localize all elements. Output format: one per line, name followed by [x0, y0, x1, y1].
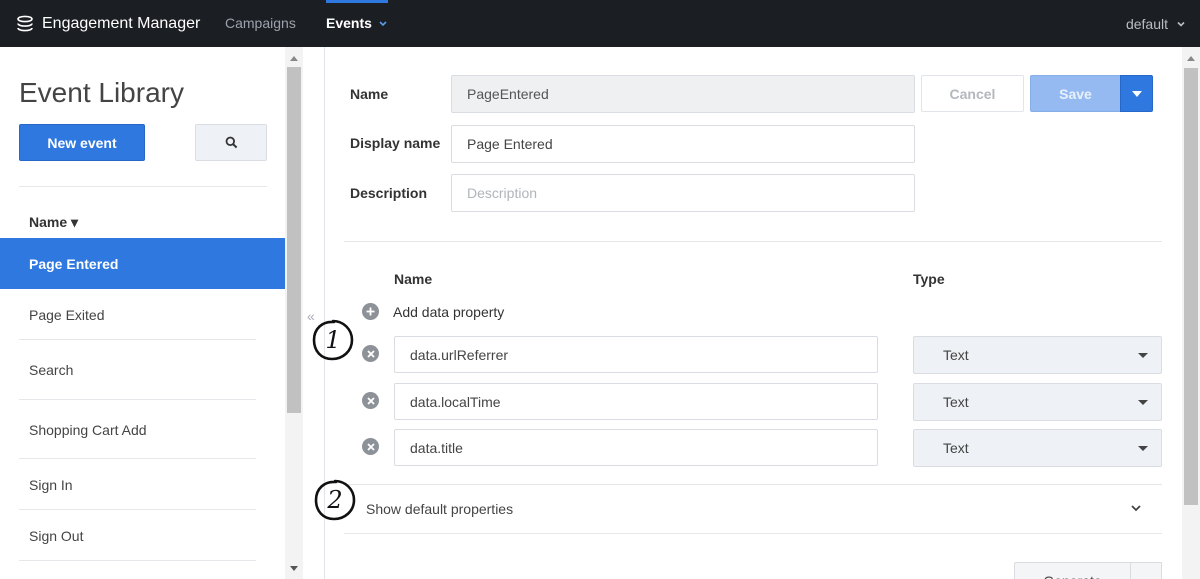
sidebar-scrollbar[interactable]: [285, 47, 303, 579]
show-default-properties-label: Show default properties: [366, 501, 514, 517]
scroll-down-arrow-icon[interactable]: [290, 566, 298, 571]
add-data-property-button[interactable]: Add data property: [362, 303, 504, 320]
event-list-item[interactable]: Sign In: [0, 459, 285, 510]
callout-number: 2: [326, 486, 342, 514]
save-button[interactable]: Save: [1030, 75, 1121, 112]
callout-marker-2: 2: [313, 478, 357, 522]
remove-circle-icon[interactable]: [362, 345, 379, 362]
property-type-value: Text: [943, 440, 969, 456]
event-list-item-label: Sign Out: [29, 527, 84, 544]
show-default-properties-toggle[interactable]: Show default properties: [344, 484, 1162, 534]
sort-by-name[interactable]: Name ▾: [29, 214, 78, 231]
scrollbar-thumb[interactable]: [287, 67, 301, 413]
chevron-down-icon: [1177, 21, 1185, 27]
cancel-button[interactable]: Cancel: [921, 75, 1024, 112]
search-button[interactable]: [195, 124, 267, 161]
event-list-item-label: Shopping Cart Add: [29, 421, 147, 438]
property-type-select[interactable]: Text: [913, 429, 1162, 467]
nav-events[interactable]: Events: [326, 0, 372, 47]
event-list-item-label: Sign In: [29, 476, 73, 493]
event-list-item-label: Search: [29, 362, 74, 378]
divider: [19, 186, 267, 187]
property-name-value: data.localTime: [410, 393, 501, 410]
save-options-button[interactable]: [1120, 75, 1153, 112]
brand[interactable]: Engagement Manager: [16, 0, 200, 47]
environment-label: default: [1125, 15, 1168, 32]
property-type-select[interactable]: Text: [913, 383, 1162, 421]
event-library-sidebar: Event Library New event Name ▾ Page Ente…: [0, 47, 285, 579]
property-name-field[interactable]: data.title: [394, 429, 878, 466]
sidebar-title: Event Library: [19, 77, 184, 108]
event-list-item-label: Page Entered: [29, 255, 119, 272]
new-event-button[interactable]: New event: [19, 124, 145, 161]
display-name-value: Page Entered: [467, 136, 553, 152]
property-name-field[interactable]: data.urlReferrer: [394, 336, 878, 373]
divider: [19, 560, 256, 561]
name-field: PageEntered: [451, 75, 915, 113]
app-title: Engagement Manager: [42, 14, 201, 32]
property-name-field[interactable]: data.localTime: [394, 383, 878, 420]
name-value: PageEntered: [467, 86, 549, 102]
environment-select[interactable]: default: [1126, 0, 1186, 47]
database-stack-icon: [17, 15, 33, 31]
description-label: Description: [350, 185, 428, 201]
caret-down-icon: [1138, 446, 1148, 451]
generate-options-button[interactable]: [1130, 562, 1162, 579]
description-field[interactable]: Description: [451, 174, 915, 212]
divider: [344, 241, 1162, 242]
event-list: Page Entered Page Exited Search Shopping…: [0, 238, 285, 561]
property-type-value: Text: [943, 347, 969, 363]
property-type-select[interactable]: Text: [913, 336, 1162, 374]
event-list-item-label: Page Exited: [29, 306, 105, 323]
scroll-up-arrow-icon[interactable]: [1187, 56, 1195, 61]
property-name-value: data.urlReferrer: [410, 346, 509, 363]
property-type-value: Text: [943, 394, 969, 410]
description-placeholder: Description: [467, 185, 538, 201]
event-list-item[interactable]: Page Entered: [0, 238, 285, 289]
caret-down-icon: [1138, 353, 1148, 358]
callout-number: 1: [325, 326, 340, 354]
main-scrollbar[interactable]: [1182, 47, 1200, 579]
name-label: Name: [350, 86, 389, 102]
callout-marker-1: 1: [311, 318, 355, 362]
property-type-header: Type: [913, 271, 945, 287]
plus-circle-icon: [362, 303, 379, 320]
caret-down-icon: [1131, 90, 1142, 97]
remove-circle-icon[interactable]: [362, 392, 379, 409]
chevron-down-icon[interactable]: [378, 15, 388, 31]
display-name-field[interactable]: Page Entered: [451, 125, 915, 163]
event-list-item[interactable]: Shopping Cart Add: [0, 400, 285, 459]
event-list-item[interactable]: Sign Out: [0, 510, 285, 561]
scroll-up-arrow-icon[interactable]: [290, 56, 298, 61]
property-name-header: Name: [394, 271, 433, 287]
remove-circle-icon[interactable]: [362, 438, 379, 455]
generate-button[interactable]: Generate: [1014, 562, 1131, 579]
caret-down-icon: [1138, 400, 1148, 405]
add-data-property-label: Add data property: [393, 303, 505, 320]
search-icon: [225, 136, 237, 149]
chevron-down-icon: [1131, 505, 1141, 512]
display-name-label: Display name: [350, 135, 441, 151]
nav-campaigns[interactable]: Campaigns: [225, 0, 296, 47]
event-list-item[interactable]: Page Exited: [0, 289, 285, 340]
event-list-item[interactable]: Search: [0, 340, 285, 400]
top-bar: Engagement Manager Campaigns Events defa…: [0, 0, 1200, 47]
property-name-value: data.title: [410, 439, 463, 456]
scrollbar-thumb[interactable]: [1184, 68, 1198, 505]
